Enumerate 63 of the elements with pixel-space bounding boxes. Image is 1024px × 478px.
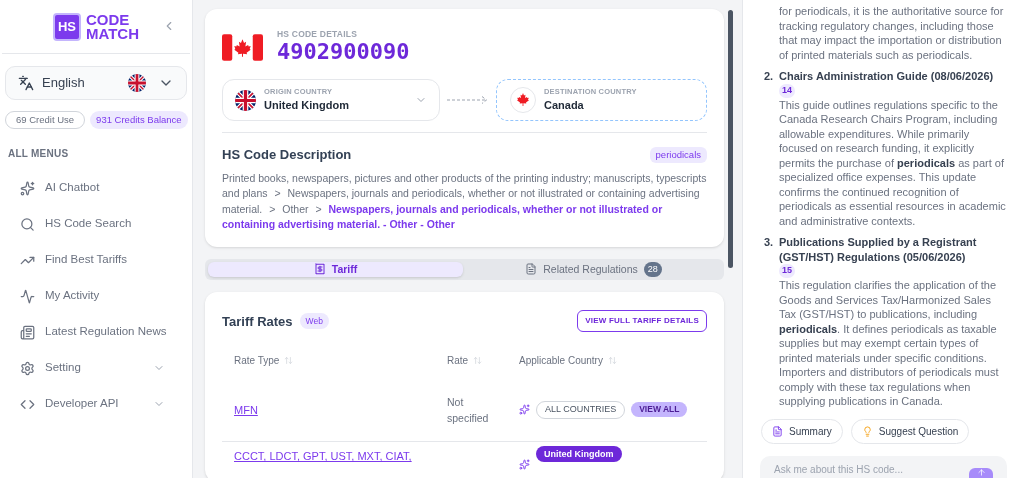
send-button[interactable]: [969, 468, 993, 478]
flag-icon: [128, 74, 146, 92]
tab[interactable]: Related Regulations 28: [466, 261, 721, 278]
sparkles-icon: [20, 180, 35, 196]
source-badge: Web: [299, 313, 329, 330]
credits-balance-badge: 931 Credits Balance: [90, 111, 188, 129]
country-tag: United Kingdom: [536, 446, 622, 463]
column-header[interactable]: Applicable Country: [507, 342, 707, 379]
translate-icon: [18, 75, 34, 91]
count-badge: 28: [643, 261, 662, 277]
view-full-tariff-button[interactable]: VIEW FULL TARIFF DETAILS: [577, 310, 707, 333]
list-number: 3.: [764, 235, 775, 250]
canada-flag-icon: [222, 33, 263, 61]
receipt-icon: [313, 263, 326, 276]
sort-icon: [473, 355, 483, 365]
scrollbar-thumb[interactable]: [728, 10, 733, 268]
rate-type-link[interactable]: CCCT, LDCT, GPT, UST, MXT, CIAT,: [234, 448, 412, 465]
chat-input[interactable]: Ask me about this HS code...: [774, 460, 963, 478]
menu-item[interactable]: Find Best Tariffs: [5, 242, 187, 278]
column-header[interactable]: Rate Type: [222, 342, 435, 379]
regulation-summary: This guide outlines regulations specific to the Canada Research Chairs Program, including allowable expenditures. While primarily focused on research funding, it explicitly permits the purchase of periodicals as part of specialized office expenses. This update confirms the continued recognition of periodicals as essential resources in academic and administrative contexts.: [779, 97, 1007, 228]
language-selector[interactable]: English: [5, 66, 187, 100]
sort-icon: [607, 355, 617, 365]
dashed-arrow-icon: [446, 95, 490, 105]
rate-type-link[interactable]: MFN: [234, 401, 258, 418]
reference-badge: 15: [779, 264, 795, 278]
description-title: HS Code Description: [222, 146, 352, 164]
settings-icon: [20, 360, 35, 376]
document-icon: [525, 263, 538, 276]
section-title: ALL MENUS: [8, 147, 70, 161]
lightbulb-icon: [861, 426, 873, 437]
sparkles-icon: [519, 458, 530, 470]
menu-item[interactable]: Developer API: [5, 386, 187, 422]
menu-item[interactable]: My Activity: [5, 278, 187, 314]
tariff-title: Tariff Rates: [222, 312, 293, 331]
pulse-line-icon: [20, 288, 35, 304]
rate-cell-text: Not specified: [447, 394, 490, 426]
reference-badge: 14: [779, 83, 795, 98]
canada-flag-icon: [510, 87, 536, 113]
regulation-summary: This regulation clarifies the application of the Goods and Services Tax/Harmonized Sales Tax (GST/HST) to publications, including periodicals. It defines periodicals as taxable supplies but may exempt certain types of printed materials under specific conditions. Importers and distributors of periodicals must comply with these tax regulations when supplying publications in Canada.: [779, 278, 1000, 409]
view-all-button[interactable]: VIEW ALL: [631, 402, 688, 418]
menu-item[interactable]: HS Code Search: [5, 206, 187, 242]
menu-item[interactable]: Latest Regulation News: [5, 314, 187, 350]
newspaper-icon: [20, 324, 35, 340]
search-icon: [20, 216, 35, 232]
hs-code-description: Printed books, newspapers, pictures and other products of the printing industry; manuscripts, typescripts and plans > Newspapers, journals and periodicals, whether or not illustrated or containing advertising material. > Other > Newspapers, journals and periodicals, whether or not illustrated or containing advertising material. - Other - Other: [222, 170, 707, 232]
document-icon: [772, 426, 783, 437]
chat-input-field[interactable]: Ask me about this HS code...: [760, 456, 1007, 478]
hs-code-label: HS CODE DETAILS: [277, 29, 358, 39]
menu-item[interactable]: AI Chatbot: [5, 170, 187, 206]
sort-icon: [284, 355, 294, 365]
menu-item[interactable]: Setting: [5, 350, 187, 386]
arrow-up-icon: [976, 468, 986, 477]
column-header[interactable]: Rate: [435, 342, 507, 379]
sparkles-icon: [519, 404, 530, 416]
hs-code-number: 4902900090: [277, 39, 410, 65]
tab[interactable]: Tariff: [208, 261, 463, 278]
regulation-summary: for periodicals, it is the authoritative source for tracking regulatory changes, including those that may impact the importation or distribution of printed materials such as periodicals.: [779, 4, 1005, 62]
list-number: 2.: [764, 69, 775, 84]
keyword-tag: periodicals: [649, 146, 707, 163]
uk-flag-icon: [235, 89, 256, 111]
regulation-title: Publications Supplied by a Registrant (GST/HST) Regulations (05/06/2026): [779, 235, 978, 264]
regulation-title: Chairs Administration Guide (08/06/2026): [779, 69, 994, 84]
